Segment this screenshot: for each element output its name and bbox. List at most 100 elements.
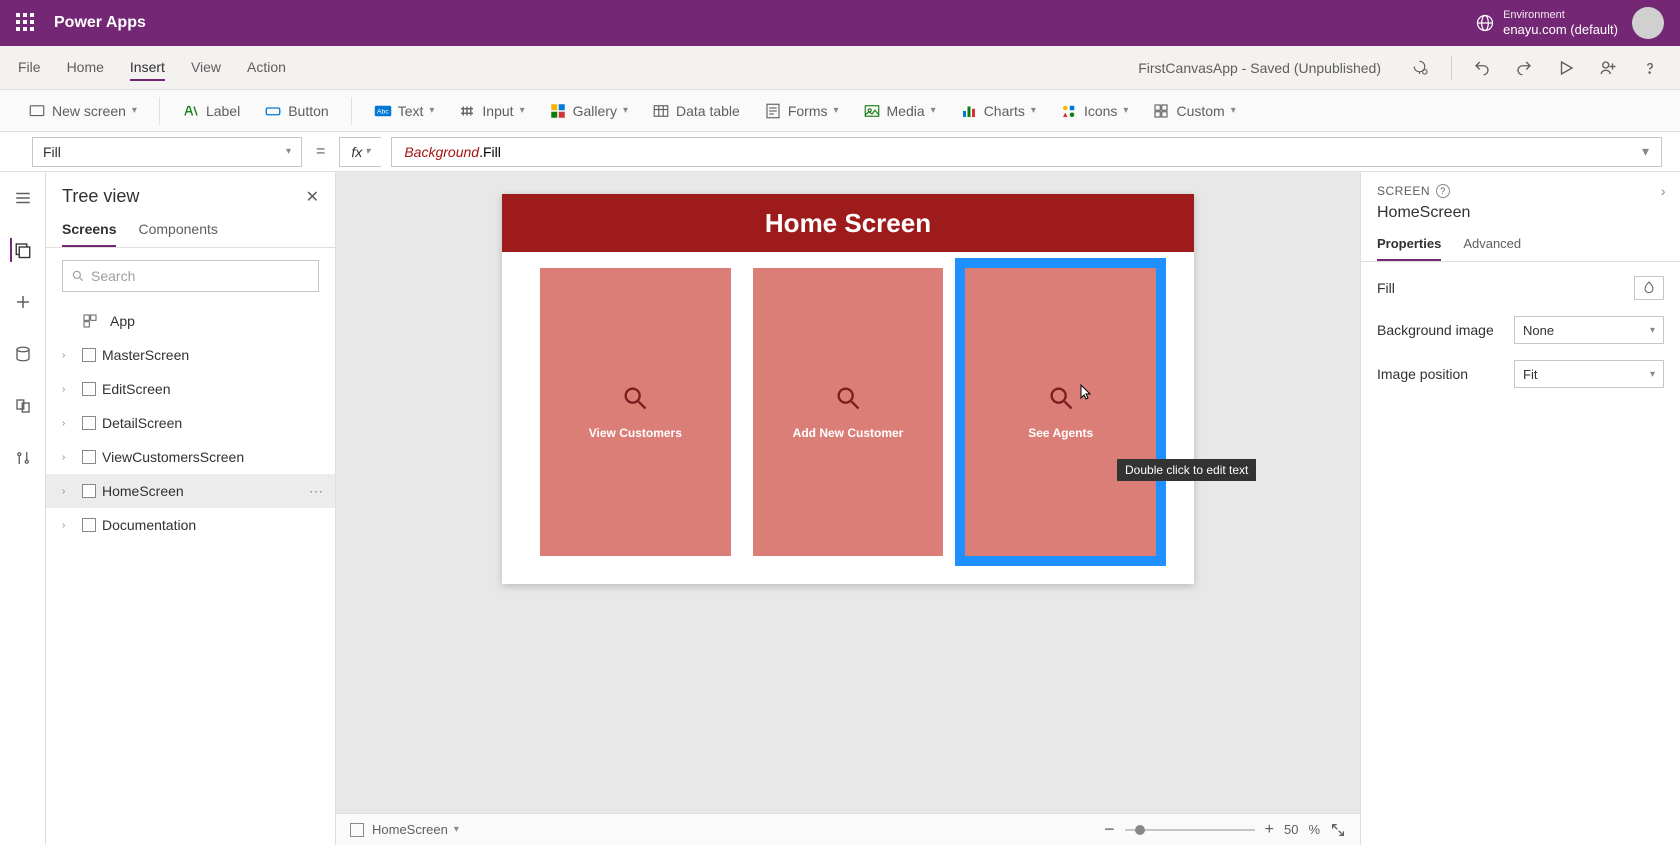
ribbon-label[interactable]: Label [172, 98, 250, 124]
tree-item-label: ViewCustomersScreen [102, 449, 244, 465]
icons-icon [1060, 102, 1078, 120]
ribbon-media[interactable]: Media▾ [853, 98, 946, 124]
ribbon-button[interactable]: Button [254, 98, 338, 124]
redo-icon[interactable] [1512, 56, 1536, 80]
tree-search-input[interactable]: Search [62, 260, 319, 292]
tree-row[interactable]: ›EditScreen [46, 372, 335, 406]
menu-insert[interactable]: Insert [130, 55, 165, 81]
close-icon[interactable]: ✕ [306, 187, 319, 207]
canvas-area[interactable]: Home Screen View Customers Add New Custo… [336, 172, 1360, 845]
status-bar: HomeScreen ▾ − + 50 % [336, 813, 1360, 845]
ribbon-icons[interactable]: Icons▾ [1050, 98, 1139, 124]
ribbon-input-label: Input [482, 103, 513, 119]
tree-view-rail-icon[interactable] [10, 238, 34, 262]
ribbon-label-text: Label [206, 103, 240, 119]
play-icon[interactable] [1554, 56, 1578, 80]
card-label: Add New Customer [793, 426, 904, 440]
screen-icon [82, 484, 96, 498]
property-select[interactable]: Fill▾ [32, 137, 302, 167]
menu-file[interactable]: File [18, 55, 41, 81]
tree-row[interactable]: ›DetailScreen [46, 406, 335, 440]
tools-rail-icon[interactable] [11, 446, 35, 470]
ribbon-forms[interactable]: Forms▾ [754, 98, 849, 124]
ribbon-custom[interactable]: Custom▾ [1142, 98, 1245, 124]
undo-icon[interactable] [1470, 56, 1494, 80]
ribbon-charts[interactable]: Charts▾ [950, 98, 1046, 124]
screen-icon [82, 382, 96, 396]
fx-button[interactable]: fx▾ [339, 137, 381, 167]
insert-rail-icon[interactable] [11, 290, 35, 314]
tree-item-label: DetailScreen [102, 415, 182, 431]
media-rail-icon[interactable] [11, 394, 35, 418]
help-icon[interactable] [1638, 56, 1662, 80]
menu-view[interactable]: View [191, 55, 221, 81]
card-view-customers[interactable]: View Customers [540, 268, 731, 556]
tree-item-label: Documentation [102, 517, 196, 533]
app-launcher-icon[interactable] [16, 13, 36, 33]
ribbon-data-table[interactable]: Data table [642, 98, 750, 124]
fit-screen-icon[interactable] [1330, 822, 1346, 838]
divider [351, 97, 352, 125]
zoom-out-icon[interactable]: − [1104, 819, 1115, 840]
img-pos-value: Fit [1523, 367, 1537, 382]
tree-app-label: App [110, 313, 135, 329]
chevron-right-icon[interactable]: › [1661, 183, 1666, 199]
environment-picker[interactable]: Environment enayu.com (default) [1475, 9, 1618, 38]
tree-row[interactable]: ›Documentation [46, 508, 335, 542]
ribbon-new-screen[interactable]: New screen▾ [18, 98, 147, 124]
tree-row-app[interactable]: App [46, 304, 335, 338]
card-see-agents[interactable]: See Agents [965, 268, 1156, 556]
paint-icon [1641, 280, 1657, 296]
share-icon[interactable] [1596, 56, 1620, 80]
text-icon: Abc [374, 102, 392, 120]
chevron-down-icon[interactable]: ▾ [454, 824, 459, 835]
divider [159, 97, 160, 125]
bg-image-select[interactable]: None▾ [1514, 316, 1664, 344]
panel-head-label: SCREEN [1377, 184, 1430, 198]
app-title: Power Apps [54, 14, 146, 32]
menu-home[interactable]: Home [67, 55, 104, 81]
tab-advanced[interactable]: Advanced [1463, 232, 1521, 261]
zoom-in-icon[interactable]: + [1265, 821, 1274, 839]
formula-object: Background [404, 144, 479, 160]
app-checker-icon[interactable] [1409, 56, 1433, 80]
tree-row[interactable]: ›HomeScreen⋯ [46, 474, 335, 508]
ribbon-gallery[interactable]: Gallery▾ [539, 98, 638, 124]
status-screen-name[interactable]: HomeScreen [372, 822, 448, 837]
media-icon [863, 102, 881, 120]
app-icon [82, 313, 98, 329]
left-rail [0, 172, 46, 845]
img-pos-select[interactable]: Fit▾ [1514, 360, 1664, 388]
help-icon[interactable]: ? [1436, 184, 1450, 198]
ribbon-icons-label: Icons [1084, 103, 1117, 119]
more-icon[interactable]: ⋯ [309, 483, 325, 500]
ribbon-gallery-label: Gallery [573, 103, 617, 119]
svg-text:Abc: Abc [377, 108, 389, 115]
divider [1451, 56, 1452, 80]
tab-properties[interactable]: Properties [1377, 232, 1441, 261]
zoom-slider[interactable] [1125, 829, 1255, 831]
screen-icon [28, 102, 46, 120]
card-add-customer[interactable]: Add New Customer [753, 268, 944, 556]
tree-row[interactable]: ›ViewCustomersScreen [46, 440, 335, 474]
hamburger-icon[interactable] [11, 186, 35, 210]
tree-row[interactable]: ›MasterScreen [46, 338, 335, 372]
properties-panel: SCREEN ? › HomeScreen Properties Advance… [1360, 172, 1680, 845]
screen-icon [350, 823, 364, 837]
screen-icon [82, 518, 96, 532]
screen-preview[interactable]: Home Screen View Customers Add New Custo… [502, 194, 1194, 584]
ribbon-charts-label: Charts [984, 103, 1025, 119]
data-rail-icon[interactable] [11, 342, 35, 366]
ribbon-input[interactable]: Input▾ [448, 98, 534, 124]
tab-components[interactable]: Components [138, 215, 217, 247]
menu-action[interactable]: Action [247, 55, 286, 81]
search-placeholder: Search [91, 268, 135, 284]
tree-item-label: EditScreen [102, 381, 170, 397]
ribbon-text[interactable]: AbcText▾ [364, 98, 445, 124]
fill-color-picker[interactable] [1634, 276, 1664, 300]
formula-expand-icon[interactable]: ▾ [1642, 143, 1649, 160]
tab-screens[interactable]: Screens [62, 215, 116, 247]
formula-input[interactable]: Background.Fill ▾ [391, 137, 1662, 167]
avatar[interactable] [1632, 7, 1664, 39]
ribbon-text-label: Text [398, 103, 424, 119]
